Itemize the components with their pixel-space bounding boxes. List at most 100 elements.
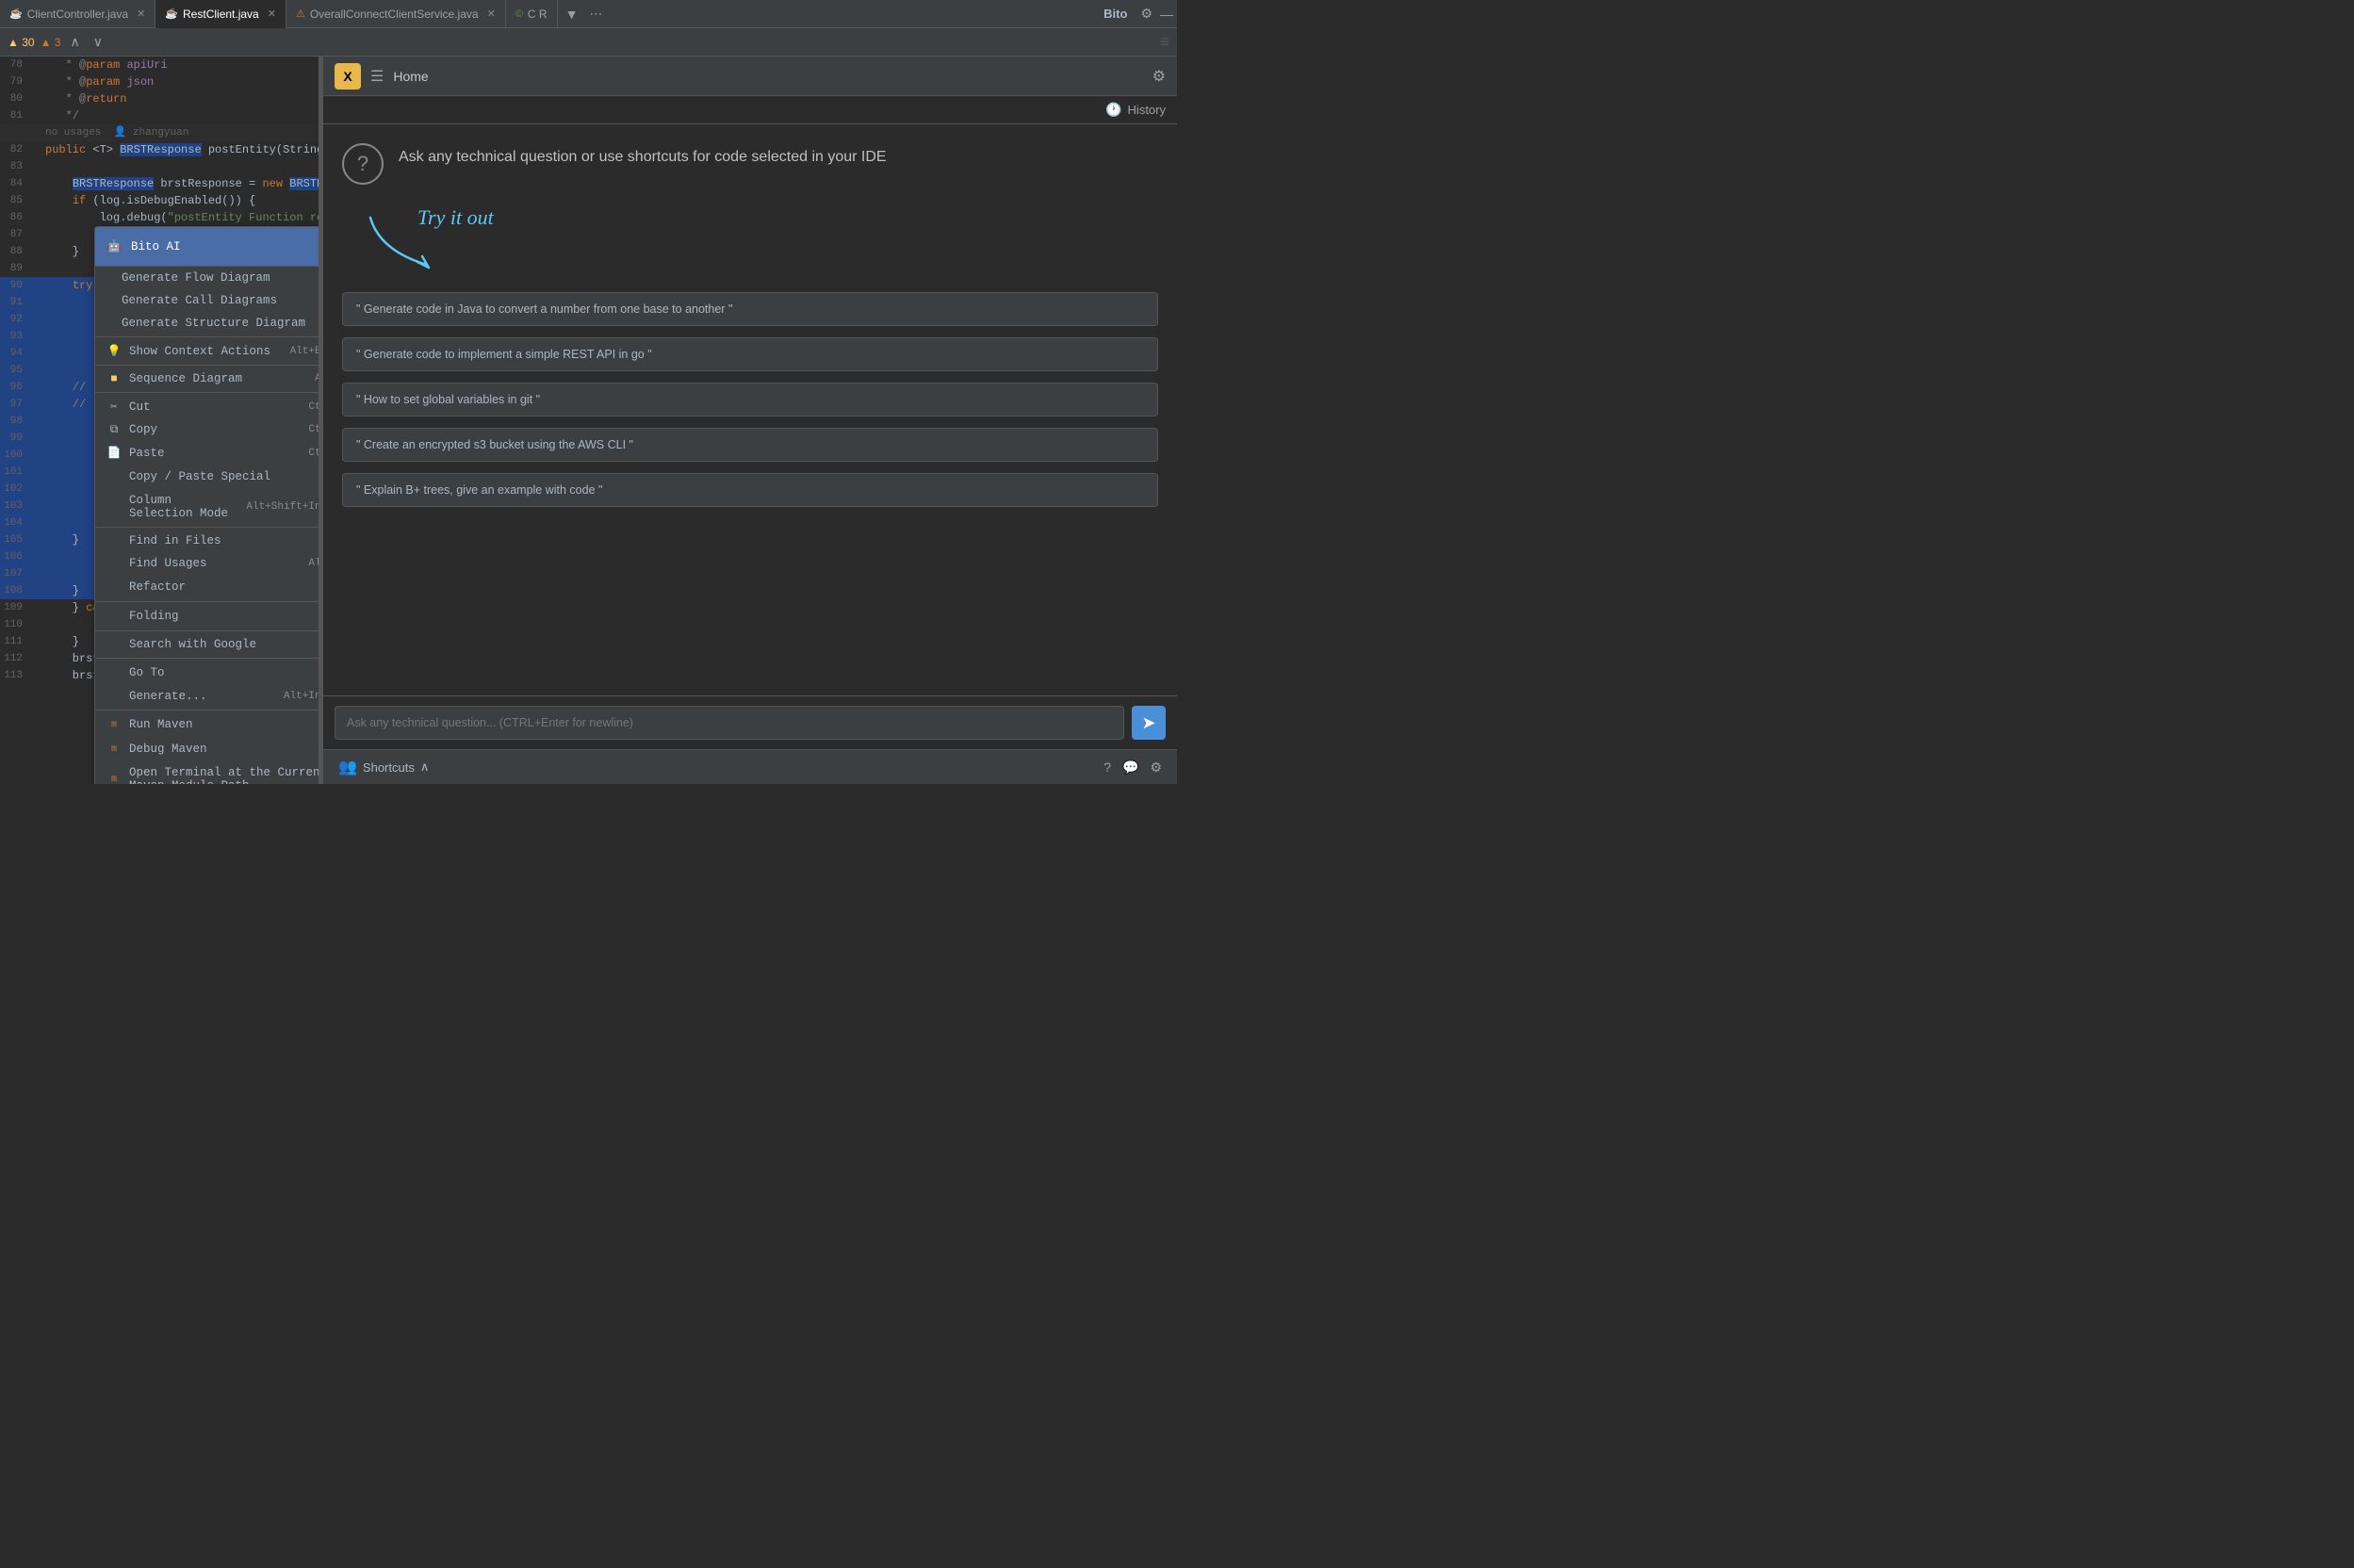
tab-cr[interactable]: © C R [506,0,558,28]
ctx-cut[interactable]: ✂ Cut Ctrl+X [95,395,319,418]
suggestion-btn-4[interactable]: " Explain B+ trees, give an example with… [342,473,1158,507]
suggestion-btn-1[interactable]: " Generate code to implement a simple RE… [342,337,1158,371]
shortcuts-chat-icon[interactable]: 💬 [1122,760,1138,776]
code-line-84: 84 BRSTResponse brstResponse = new BRSTR… [0,175,319,192]
line-number: 103 [0,498,30,514]
bito-settings-icon[interactable]: ⚙ [1152,67,1166,86]
line-code: BRSTResponse brstResponse = new BRSTResp… [45,175,319,192]
ctx-sequence-diagram[interactable]: ■ Sequence Diagram Alt+S [95,368,319,390]
tab-close-btn[interactable]: ✕ [137,8,145,20]
ctx-generate[interactable]: Generate... Alt+Insert [95,685,319,708]
line-number: 105 [0,531,30,548]
ctx-debug-maven-label: Debug Maven [129,743,319,756]
line-number: 92 [0,311,30,328]
ctx-context-actions[interactable]: 💡 Show Context Actions Alt+Enter [95,339,319,363]
ctx-separator-3 [95,392,319,393]
ctx-shortcut-2: Alt+S [315,373,319,384]
tab-label-2: RestClient.java [183,8,259,21]
line-number: 86 [0,209,30,226]
try-it-area: Try it out [361,205,1158,281]
bito-send-button[interactable]: ➤ [1132,706,1166,740]
more-btn[interactable]: ⋯ [585,4,606,24]
bito-content: ? Ask any technical question or use shor… [323,124,1177,695]
warnings-count: ▲ 30 [8,36,35,49]
ctx-shortcut-4: Ctrl+C [308,424,319,435]
ctx-debug-maven[interactable]: m Debug Maven ▶ [95,737,319,761]
tab-rest-client[interactable]: ☕ RestClient.java ✕ [155,0,286,28]
ctx-refactor-label: Refactor [129,580,319,594]
ctx-find-files[interactable]: Find in Files [95,530,319,552]
ctx-shortcut-5: Ctrl+V [308,448,319,459]
line-number: 84 [0,175,30,192]
shortcuts-help-icon[interactable]: ? [1103,760,1111,776]
tab-close-btn-2[interactable]: ✕ [268,8,276,20]
history-icon: 🕐 [1105,102,1121,118]
bito-header: X ☰ Home ⚙ [323,57,1177,96]
nav-up-btn[interactable]: ∧ [66,32,83,52]
ctx-open-terminal-label: Open Terminal at the Current Maven Modul… [129,766,319,784]
suggestion-btn-3[interactable]: " Create an encrypted s3 bucket using th… [342,428,1158,462]
line-number: 107 [0,565,30,582]
terminal-icon: m [106,775,122,785]
nav-down-btn[interactable]: ∨ [90,32,106,52]
line-number: 108 [0,582,30,599]
shortcuts-settings2-icon[interactable]: ⚙ [1150,760,1162,776]
line-code: public <T> BRSTResponse postEntity(Strin… [45,141,319,158]
shortcuts-people-icon: 👥 [338,758,357,776]
ctx-refactor[interactable]: Refactor ▶ [95,575,319,599]
code-line-81: 81 */ [0,107,319,124]
suggestion-text-0: " Generate code in Java to convert a num… [356,302,732,316]
line-number: 98 [0,413,30,430]
tab-client-controller[interactable]: ☕ ClientController.java ✕ [0,0,155,28]
ctx-call-diagrams[interactable]: Generate Call Diagrams [95,289,319,312]
ctx-flow-diagram[interactable]: Generate Flow Diagram [95,267,319,289]
ctx-find-files-label: Find in Files [129,534,319,547]
ctx-separator-7 [95,658,319,659]
ctx-open-terminal[interactable]: m Open Terminal at the Current Maven Mod… [95,761,319,784]
bito-chat-input[interactable] [335,706,1124,740]
suggestion-text-2: " How to set global variables in git " [356,393,540,406]
ctx-find-usages[interactable]: Find Usages Alt+F7 [95,552,319,575]
ctx-folding[interactable]: Folding ▶ [95,604,319,629]
sequence-icon: ■ [106,372,122,385]
ctx-separator-2 [95,365,319,366]
lightbulb-icon: 💡 [106,344,122,358]
ctx-folding-label: Folding [129,610,319,623]
ctx-copy-paste-label: Copy / Paste Special [129,470,319,483]
shortcuts-expand-icon[interactable]: ∧ [420,760,430,775]
line-number: 80 [0,90,30,107]
ctx-go-to[interactable]: Go To ▶ [95,661,319,685]
line-number: 79 [0,74,30,90]
dropdown-btn[interactable]: ▼ [562,5,582,24]
shortcuts-icon-group: ? 💬 ⚙ [1103,760,1162,776]
settings-btn[interactable]: ⚙ [1136,4,1156,24]
ctx-copy-paste-special[interactable]: Copy / Paste Special ▶ [95,465,319,489]
cut-icon: ✂ [106,400,122,414]
ctx-copy[interactable]: ⧉ Copy Ctrl+C [95,418,319,441]
suggestion-btn-2[interactable]: " How to set global variables in git " [342,383,1158,416]
line-number: 91 [0,294,30,311]
line-number: 93 [0,328,30,345]
toolbar: ▲ 30 ▲ 3 ∧ ∨ ≡ [0,28,1177,57]
code-line-80: 80 * @return [0,90,319,107]
history-button[interactable]: 🕐 History [1105,102,1166,118]
tab-close-btn-3[interactable]: ✕ [487,8,496,20]
line-number: 82 [0,141,30,158]
bito-label: Bito [1103,7,1136,21]
ctx-paste[interactable]: 📄 Paste Ctrl+V [95,441,319,465]
ctx-bito-ai[interactable]: 🤖 Bito AI ▶ [95,227,319,267]
ctx-run-maven[interactable]: m Run Maven ▶ [95,712,319,737]
code-line-82: 82 public <T> BRSTResponse postEntity(St… [0,141,319,158]
code-line-85: 85 if (log.isDebugEnabled()) { [0,192,319,209]
tab-label: ClientController.java [27,8,128,21]
java-icon-2: ☕ [165,8,178,20]
suggestion-btn-0[interactable]: " Generate code in Java to convert a num… [342,292,1158,326]
suggestion-text-1: " Generate code to implement a simple RE… [356,348,652,361]
ctx-column-mode[interactable]: Column Selection Mode Alt+Shift+Insert [95,489,319,525]
tab-overall-connect[interactable]: ⚠ OverallConnectClientService.java ✕ [286,0,506,28]
bito-x-button[interactable]: X [335,63,361,90]
ctx-search-google[interactable]: Search with Google [95,633,319,656]
minimize-btn[interactable]: — [1156,5,1177,24]
tab-label-3: OverallConnectClientService.java [310,8,479,21]
ctx-structure-diagram[interactable]: Generate Structure Diagram [95,312,319,335]
